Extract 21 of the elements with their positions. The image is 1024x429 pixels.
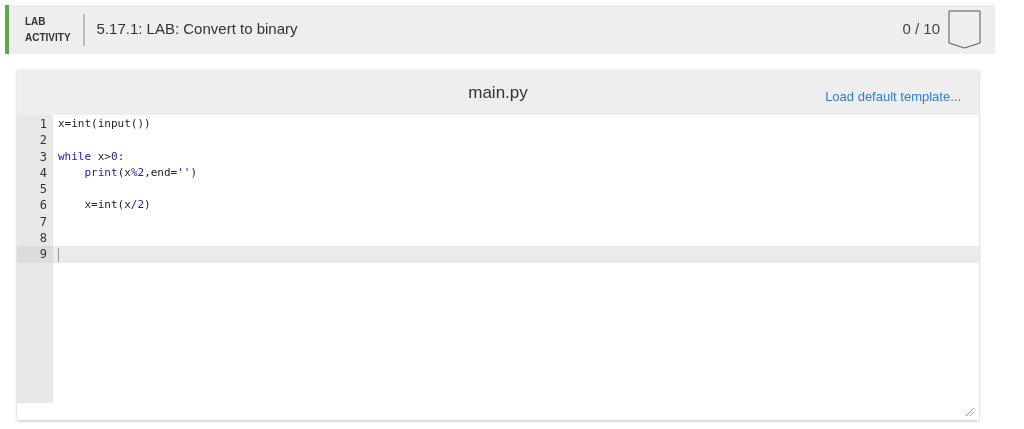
load-template-link[interactable]: Load default template...: [825, 87, 961, 107]
line-number: 9: [38, 246, 48, 263]
line-number: 4: [38, 164, 48, 182]
line-number: 3: [38, 148, 48, 165]
badge-icon: [948, 10, 981, 49]
line-number: 6: [38, 197, 48, 214]
resize-handle-icon[interactable]: [965, 407, 975, 417]
line-number: 1: [38, 116, 48, 133]
lab-activity-label: LAB ACTIVITY: [25, 13, 85, 46]
line-number: 8: [38, 230, 48, 247]
code-line: print(x%2,end=''): [84, 164, 198, 181]
activity-title: 5.17.1: LAB: Convert to binary: [96, 19, 298, 40]
file-name: main.py: [468, 81, 528, 104]
code-line: x=int(x/2): [84, 197, 151, 214]
text-cursor: [58, 247, 59, 262]
score-text: 0 / 10: [902, 19, 940, 40]
code-line: while x>0:: [58, 148, 125, 165]
line-number: 2: [38, 132, 48, 149]
line-number: 7: [38, 213, 48, 231]
code-line: x=int(input()): [58, 116, 151, 132]
line-number: 5: [38, 181, 48, 198]
